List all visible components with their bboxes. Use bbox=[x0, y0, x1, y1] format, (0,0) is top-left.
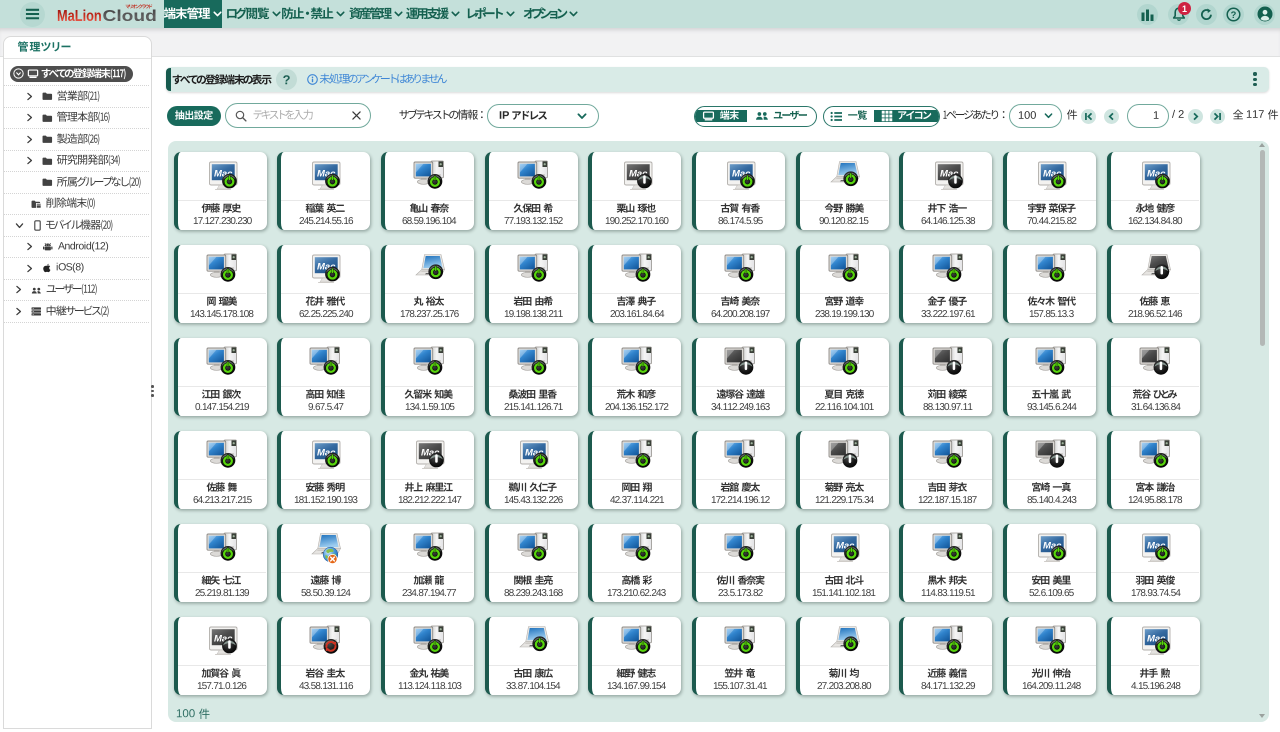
svg-text:MaLion: MaLion bbox=[57, 8, 102, 26]
